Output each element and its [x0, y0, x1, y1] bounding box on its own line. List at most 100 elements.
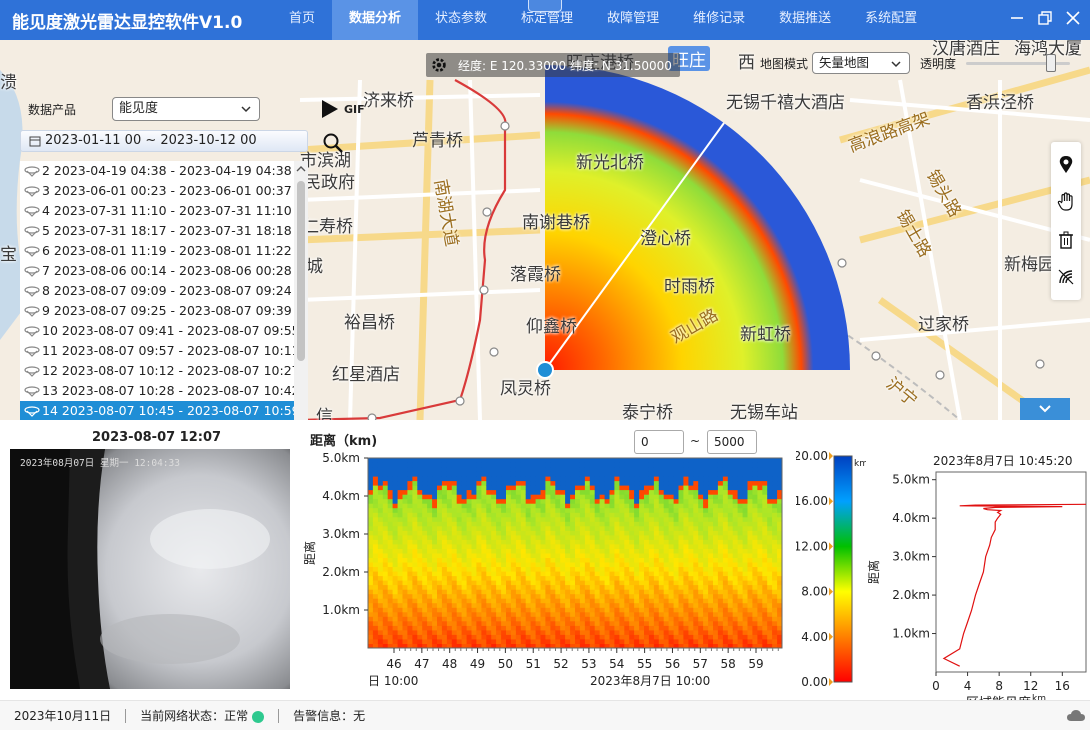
record-list-item[interactable]: 14 2023-08-07 10:45 - 2023-08-07 10:59 [20, 401, 308, 420]
heatmap-cell [368, 467, 374, 472]
heatmap-cell [673, 525, 679, 531]
minimize-icon[interactable] [1008, 9, 1026, 27]
map-view[interactable]: 溃 宝 济来桥 芦青桥 市滨湖 民政府 仁寿桥 南谢巷桥 落霞桥 裕昌桥 仰鑫桥… [0, 40, 1090, 420]
record-list-item[interactable]: 3 2023-06-01 00:23 - 2023-06-01 00:37 [20, 181, 308, 201]
heatmap-cell [377, 598, 384, 604]
heatmap-cell [683, 462, 689, 468]
heatmap-cell [673, 607, 679, 613]
heatmap-cell [594, 476, 601, 482]
nav-fault[interactable]: 故障管理 [590, 0, 676, 40]
cloud-icon[interactable] [1066, 707, 1086, 723]
hand-pan-icon[interactable] [1056, 192, 1076, 212]
gear-icon[interactable] [430, 56, 448, 74]
heatmap-cell [427, 625, 433, 631]
nav-data-analysis[interactable]: 数据分析 [332, 0, 419, 40]
heatmap-cell [530, 562, 536, 567]
record-list-item[interactable]: 9 2023-08-07 09:25 - 2023-08-07 09:39 [20, 301, 308, 321]
record-list-item[interactable]: 5 2023-07-31 18:17 - 2023-07-31 18:18 [20, 221, 308, 241]
heatmap-cell [412, 571, 418, 577]
heatmap-cell [594, 471, 601, 477]
heatmap-cell [491, 634, 497, 640]
heatmap-cell [368, 607, 374, 613]
heatmap-cell [732, 494, 739, 500]
record-list-item[interactable]: 7 2023-08-06 00:14 - 2023-08-06 00:28 [20, 261, 308, 281]
heatmap-cell [550, 607, 556, 613]
heatmap-cell [525, 598, 532, 604]
scroll-up-icon[interactable] [296, 165, 306, 173]
drag-handle[interactable] [528, 0, 562, 12]
product-select[interactable]: 能见度 [112, 97, 260, 121]
heatmap-cell [432, 539, 438, 545]
heatmap-cell [757, 512, 763, 518]
heatmap-cell [648, 548, 655, 554]
heatmap-cell [708, 602, 714, 608]
gif-play-button[interactable]: GIF [320, 98, 365, 120]
nav-maintenance[interactable]: 维修记录 [676, 0, 762, 40]
nav-status-params[interactable]: 状态参数 [418, 0, 504, 40]
heatmap-cell [491, 625, 497, 631]
record-list-item[interactable]: 6 2023-08-01 11:19 - 2023-08-01 11:22 [20, 241, 308, 261]
heatmap-cell [407, 584, 413, 590]
record-list-item[interactable]: 12 2023-08-07 10:12 - 2023-08-07 10:27 [20, 361, 308, 381]
nav-home[interactable]: 首页 [272, 0, 332, 40]
heatmap-cell [368, 534, 374, 540]
heatmap-cell [535, 458, 541, 463]
heatmap-cell [653, 507, 660, 513]
heatmap-cell [619, 593, 625, 599]
heatmap-cell [476, 580, 482, 586]
heatmap-cell [589, 611, 596, 617]
heatmap-cell [683, 521, 689, 527]
search-icon[interactable] [322, 132, 344, 154]
heatmap-cell [427, 575, 433, 581]
heatmap-cell [565, 593, 571, 599]
date-range-picker[interactable]: 2023-01-11 00 ~ 2023-10-12 00 [20, 130, 308, 152]
heatmap-cell [757, 602, 763, 608]
scrollbar-thumb[interactable] [297, 181, 305, 361]
heatmap-cell [624, 516, 630, 522]
heatmap-cell [560, 589, 566, 595]
heatmap-cell [683, 562, 689, 567]
heatmap-cell [668, 557, 674, 563]
signal-icon[interactable] [1056, 267, 1076, 287]
heatmap-cell [639, 589, 645, 595]
heatmap-cell [629, 544, 635, 549]
heatmap-cell [476, 553, 482, 558]
expand-panel-button[interactable] [1020, 398, 1070, 420]
trash-icon[interactable] [1056, 230, 1076, 250]
record-list-item[interactable]: 4 2023-07-31 11:10 - 2023-07-31 11:10 [20, 201, 308, 221]
heatmap-cell [456, 611, 463, 617]
nav-data-push[interactable]: 数据推送 [762, 0, 848, 40]
heatmap-cell [392, 634, 398, 640]
opacity-slider[interactable] [966, 53, 1071, 73]
heatmap-cell [501, 485, 507, 491]
close-icon[interactable] [1064, 9, 1082, 27]
record-list-item[interactable]: 8 2023-08-07 09:09 - 2023-08-07 09:24 [20, 281, 308, 301]
heatmap-cell [673, 580, 679, 586]
heatmap-cell [599, 557, 605, 563]
map-mode-select[interactable]: 矢量地图 [812, 52, 911, 74]
record-list-item[interactable]: 10 2023-08-07 09:41 - 2023-08-07 09:55 [20, 321, 308, 341]
heatmap-cell [496, 589, 502, 595]
heatmap-cell [560, 516, 566, 522]
record-list-item[interactable]: 2 2023-04-19 04:38 - 2023-04-19 04:38 [20, 161, 308, 181]
heatmap-cell [515, 462, 522, 468]
heatmap-cell [397, 503, 403, 509]
slider-knob[interactable] [1045, 54, 1056, 72]
record-list-item[interactable]: 11 2023-08-07 09:57 - 2023-08-07 10:11 [20, 341, 308, 361]
heatmap-cell [437, 516, 443, 522]
heatmap-cell [668, 507, 674, 513]
heatmap-cell [407, 462, 413, 468]
record-list-item[interactable]: 13 2023-08-07 10:28 - 2023-08-07 10:42 [20, 381, 308, 401]
heatmap-cell [461, 489, 467, 495]
nav-system-config[interactable]: 系统配置 [848, 0, 934, 40]
location-pin-icon[interactable] [1056, 155, 1076, 175]
restore-icon[interactable] [1036, 9, 1054, 27]
heatmap-cell [644, 471, 650, 477]
heatmap-cell [496, 525, 502, 531]
heatmap-cell [476, 503, 482, 509]
heatmap-cell [589, 498, 596, 504]
heatmap-cell [466, 530, 472, 536]
heatmap-cell [722, 639, 729, 644]
record-list-scrollbar[interactable] [294, 161, 308, 420]
heatmap-cell [427, 507, 433, 513]
